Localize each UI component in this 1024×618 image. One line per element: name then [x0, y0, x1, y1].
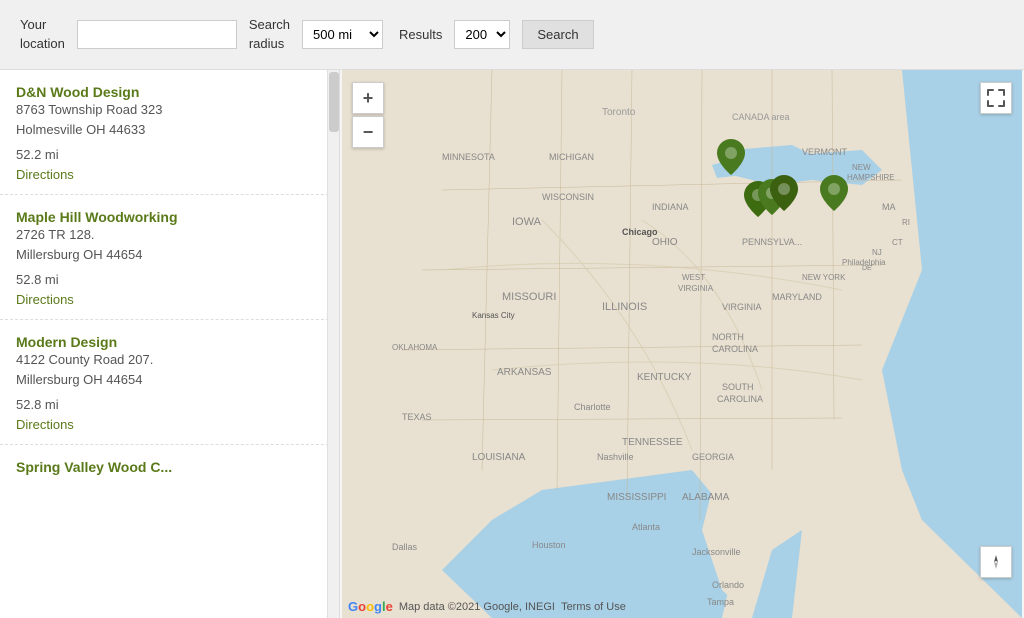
- svg-text:ALABAMA: ALABAMA: [682, 492, 730, 503]
- svg-text:MINNESOTA: MINNESOTA: [442, 152, 495, 162]
- svg-text:Philadelphia: Philadelphia: [842, 258, 886, 267]
- map-container: IOWA MISSOURI ARKANSAS LOUISIANA ILLINOI…: [340, 70, 1024, 618]
- scrollbar-track[interactable]: [327, 70, 339, 618]
- svg-text:GEORGIA: GEORGIA: [692, 452, 734, 462]
- search-button[interactable]: Search: [522, 20, 593, 49]
- scrollbar-thumb[interactable]: [329, 72, 339, 132]
- result-directions-2[interactable]: Directions: [16, 417, 74, 432]
- svg-text:Dallas: Dallas: [392, 542, 418, 552]
- svg-text:VIRGINIA: VIRGINIA: [722, 302, 762, 312]
- terms-link[interactable]: Terms of Use: [561, 601, 626, 613]
- result-directions-1[interactable]: Directions: [16, 292, 74, 307]
- svg-text:VERMONT: VERMONT: [802, 147, 848, 157]
- result-name-0[interactable]: D&N Wood Design: [16, 84, 139, 100]
- svg-text:WISCONSIN: WISCONSIN: [542, 192, 594, 202]
- result-distance-1: 52.8 mi: [16, 272, 323, 287]
- svg-text:TEXAS: TEXAS: [402, 412, 432, 422]
- svg-text:INDIANA: INDIANA: [652, 202, 689, 212]
- svg-text:RI: RI: [902, 218, 910, 227]
- svg-text:MISSISSIPPI: MISSISSIPPI: [607, 492, 666, 503]
- svg-text:Nashville: Nashville: [597, 452, 634, 462]
- svg-text:IOWA: IOWA: [512, 216, 542, 228]
- svg-text:NJ: NJ: [872, 248, 882, 257]
- result-name-1[interactable]: Maple Hill Woodworking: [16, 209, 178, 225]
- search-radius-label: Search: [249, 16, 290, 34]
- zoom-in-button[interactable]: +: [352, 82, 384, 114]
- svg-text:CT: CT: [892, 238, 903, 247]
- svg-text:MA: MA: [882, 202, 896, 212]
- search-radius-label2: radius: [249, 35, 290, 53]
- svg-text:OKLAHOMA: OKLAHOMA: [392, 343, 438, 352]
- location-input[interactable]: [77, 20, 237, 49]
- your-location-label: Yourlocation: [20, 16, 65, 52]
- result-item-partial: Spring Valley Wood C...: [0, 445, 339, 481]
- svg-text:Tampa: Tampa: [707, 597, 734, 607]
- map-pin-1[interactable]: [717, 139, 745, 178]
- google-logo: Google: [348, 599, 393, 614]
- result-item: D&N Wood Design 8763 Township Road 323 H…: [0, 70, 339, 195]
- map-footer: Google Map data ©2021 Google, INEGI Term…: [348, 599, 626, 614]
- svg-text:Jacksonville: Jacksonville: [692, 547, 741, 557]
- svg-text:KENTUCKY: KENTUCKY: [637, 372, 692, 383]
- result-name-2[interactable]: Modern Design: [16, 334, 117, 350]
- result-distance-2: 52.8 mi: [16, 397, 323, 412]
- svg-text:Chicago: Chicago: [622, 227, 658, 237]
- result-directions-0[interactable]: Directions: [16, 167, 74, 182]
- result-distance-0: 52.2 mi: [16, 147, 323, 162]
- result-address-1: 2726 TR 128. Millersburg OH 44654: [16, 225, 323, 264]
- svg-text:TENNESSEE: TENNESSEE: [622, 437, 683, 448]
- map-pin-5[interactable]: [820, 175, 848, 214]
- map-attribution: Map data ©2021 Google, INEGI Terms of Us…: [399, 601, 626, 613]
- svg-text:OHIO: OHIO: [652, 237, 678, 248]
- compass-icon: [987, 553, 1005, 571]
- map-controls: + −: [352, 82, 384, 148]
- svg-text:PENNSYLVA...: PENNSYLVA...: [742, 237, 802, 247]
- radius-select[interactable]: 500 mi 100 mi 250 mi 1000 mi: [302, 20, 383, 49]
- svg-text:Houston: Houston: [532, 540, 566, 550]
- results-panel: D&N Wood Design 8763 Township Road 323 H…: [0, 70, 340, 618]
- svg-text:Orlando: Orlando: [712, 580, 744, 590]
- compass-button[interactable]: [980, 546, 1012, 578]
- map-pin-4[interactable]: [770, 175, 798, 214]
- svg-text:MICHIGAN: MICHIGAN: [549, 152, 594, 162]
- svg-text:Charlotte: Charlotte: [574, 402, 611, 412]
- result-item: Modern Design 4122 County Road 207. Mill…: [0, 320, 339, 445]
- top-bar: Yourlocation Search radius 500 mi 100 mi…: [0, 0, 1024, 70]
- result-item: Maple Hill Woodworking 2726 TR 128. Mill…: [0, 195, 339, 320]
- zoom-out-button[interactable]: −: [352, 116, 384, 148]
- svg-text:ARKANSAS: ARKANSAS: [497, 367, 552, 378]
- results-label: Results: [399, 27, 442, 42]
- fullscreen-icon: [987, 89, 1005, 107]
- map-svg: IOWA MISSOURI ARKANSAS LOUISIANA ILLINOI…: [340, 70, 1024, 618]
- results-select[interactable]: 200 50 100 500: [454, 20, 510, 49]
- main-content: D&N Wood Design 8763 Township Road 323 H…: [0, 70, 1024, 618]
- result-address-0: 8763 Township Road 323 Holmesville OH 44…: [16, 100, 323, 139]
- result-address-2: 4122 County Road 207. Millersburg OH 446…: [16, 350, 323, 389]
- svg-text:Atlanta: Atlanta: [632, 522, 660, 532]
- svg-text:Kansas City: Kansas City: [472, 311, 515, 320]
- svg-text:ILLINOIS: ILLINOIS: [602, 301, 647, 313]
- svg-text:NEW YORK: NEW YORK: [802, 273, 846, 282]
- fullscreen-button[interactable]: [980, 82, 1012, 114]
- svg-text:MISSOURI: MISSOURI: [502, 291, 556, 303]
- svg-text:MARYLAND: MARYLAND: [772, 292, 822, 302]
- svg-text:CANADA area: CANADA area: [732, 112, 790, 122]
- svg-text:LOUISIANA: LOUISIANA: [472, 452, 526, 463]
- svg-text:Toronto: Toronto: [602, 107, 636, 118]
- result-name-3[interactable]: Spring Valley Wood C...: [16, 459, 323, 475]
